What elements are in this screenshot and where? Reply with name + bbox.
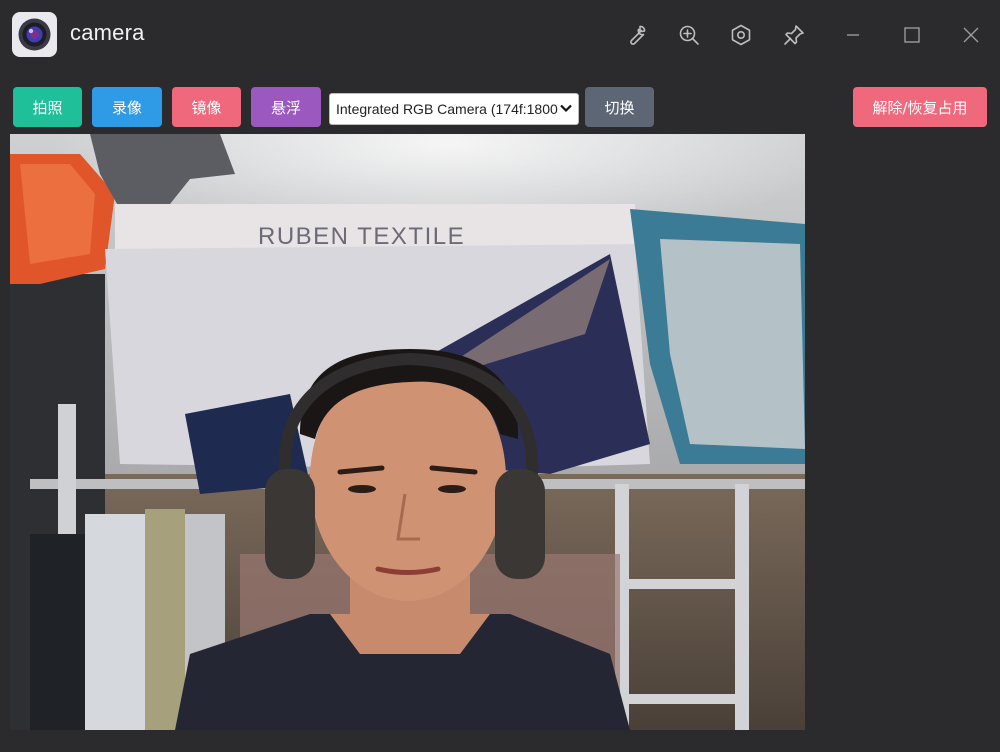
mirror-button[interactable]: 镜像 xyxy=(172,87,241,127)
camera-lens-icon xyxy=(12,12,57,57)
title-bar: camera xyxy=(0,0,1000,70)
minimize-icon[interactable] xyxy=(840,22,866,48)
chevron-down-icon xyxy=(558,100,574,119)
photo-button[interactable]: 拍照 xyxy=(13,87,82,127)
pin-icon[interactable] xyxy=(781,22,807,48)
close-icon[interactable] xyxy=(958,22,984,48)
window-title: camera xyxy=(70,20,145,45)
record-button[interactable]: 录像 xyxy=(92,87,162,127)
camera-preview: RUBEN TEXTILE xyxy=(10,134,805,730)
switch-button[interactable]: 切换 xyxy=(585,87,654,127)
hexagon-settings-icon[interactable] xyxy=(728,22,754,48)
wrench-icon[interactable] xyxy=(623,22,649,48)
maximize-icon[interactable] xyxy=(899,22,925,48)
camera-select-value: Integrated RGB Camera (174f:1800) xyxy=(336,101,558,117)
zoom-in-icon[interactable] xyxy=(676,22,702,48)
release-occupancy-button[interactable]: 解除/恢复占用 xyxy=(853,87,987,127)
camera-select[interactable]: Integrated RGB Camera (174f:1800) xyxy=(329,93,579,125)
float-button[interactable]: 悬浮 xyxy=(251,87,321,127)
